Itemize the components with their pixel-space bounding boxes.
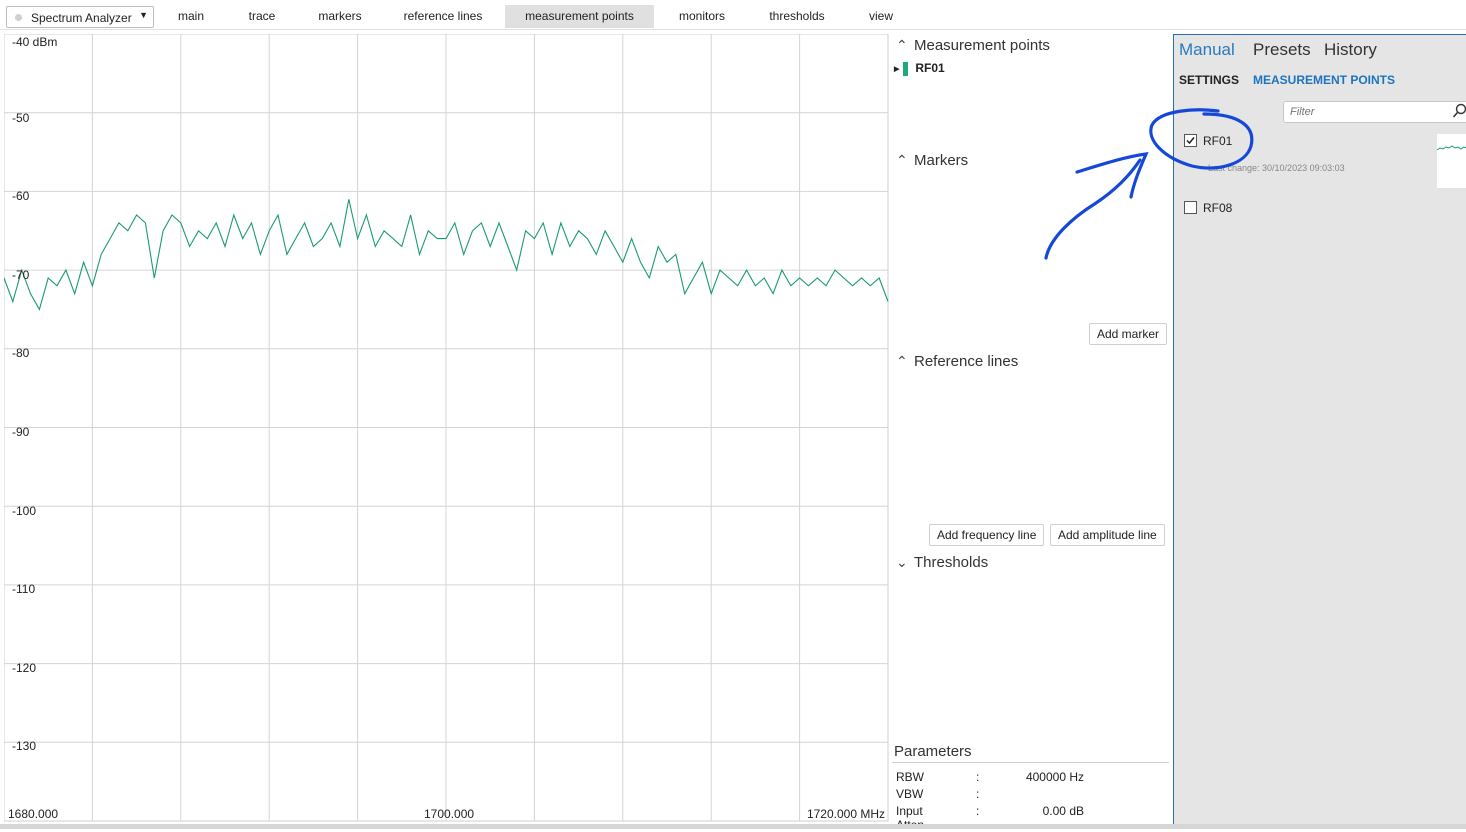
subtab-settings[interactable]: SETTINGS bbox=[1179, 73, 1239, 87]
thresholds-title: Thresholds bbox=[914, 554, 989, 571]
chevron-up-icon[interactable]: ⌃ bbox=[896, 152, 914, 169]
tab-presets[interactable]: Presets bbox=[1253, 40, 1311, 60]
add-frequency-line-button[interactable]: Add frequency line bbox=[929, 524, 1045, 546]
rf08-checkbox[interactable] bbox=[1184, 201, 1197, 214]
status-dot-icon bbox=[15, 14, 22, 21]
x-tick-label: 1680.000 bbox=[8, 807, 59, 821]
tab-main[interactable]: main bbox=[160, 5, 222, 28]
param-sep: : bbox=[976, 804, 980, 818]
parameters-title: Parameters bbox=[894, 743, 972, 760]
side-panel: ⌃ Measurement points ▶ RF01 ⌃ Markers Add m… bbox=[890, 34, 1172, 832]
tab-trace[interactable]: trace bbox=[230, 5, 294, 28]
markers-section-header[interactable]: ⌃ Markers bbox=[896, 152, 968, 169]
rf01-label[interactable]: RF01 bbox=[1203, 134, 1232, 148]
measurement-point-item[interactable]: ▶ RF01 bbox=[894, 61, 945, 76]
rf08-label[interactable]: RF08 bbox=[1203, 201, 1232, 215]
spectrum-chart[interactable]: -40 dBm -50 -60 -70 -80 -90 -100 -110 -120 -130 1… bbox=[4, 34, 889, 822]
y-tick-label: -130 bbox=[12, 739, 37, 754]
y-tick-label: -120 bbox=[12, 660, 37, 675]
y-tick-label: -110 bbox=[12, 582, 36, 597]
y-tick-label: -70 bbox=[12, 267, 30, 282]
markers-title: Markers bbox=[914, 152, 969, 169]
y-tick-label: -40 dBm bbox=[12, 35, 58, 49]
checkmark-icon bbox=[1186, 137, 1195, 145]
tab-measurement-points[interactable]: measurement points bbox=[505, 5, 654, 28]
chevron-down-icon: ▼ bbox=[139, 10, 148, 20]
right-panel: Manual Presets History SETTINGS MEASUREM… bbox=[1173, 34, 1466, 824]
top-toolbar: Spectrum Analyzer ▼ main trace markers r… bbox=[0, 0, 1466, 30]
chevron-up-icon[interactable]: ⌃ bbox=[896, 37, 914, 54]
param-key: VBW bbox=[896, 787, 924, 801]
chevron-down-icon[interactable]: ⌄ bbox=[896, 554, 914, 571]
y-tick-label: -60 bbox=[12, 189, 30, 204]
expand-arrow-icon[interactable]: ▶ bbox=[894, 66, 899, 73]
add-amplitude-line-button[interactable]: Add amplitude line bbox=[1050, 524, 1165, 546]
param-sep: : bbox=[976, 787, 980, 801]
x-tick-label: 1720.000 MHz bbox=[806, 807, 885, 821]
rf01-last-change: Last change: 30/10/2023 09:03:03 bbox=[1208, 163, 1345, 173]
subtab-measurement-points[interactable]: MEASUREMENT POINTS bbox=[1253, 73, 1395, 87]
param-value: 400000 Hz bbox=[1025, 770, 1084, 784]
measurement-point-label: RF01 bbox=[915, 61, 945, 75]
spectrum-chart-canvas[interactable] bbox=[4, 34, 889, 822]
param-sep: : bbox=[976, 770, 980, 784]
filter-input[interactable] bbox=[1283, 101, 1466, 123]
point-color-swatch bbox=[903, 61, 909, 76]
param-key: RBW bbox=[896, 770, 924, 784]
tab-view[interactable]: view bbox=[855, 5, 907, 28]
bottom-scroll-strip bbox=[0, 824, 1466, 829]
rf01-trace-thumbnail bbox=[1436, 134, 1466, 188]
reference-lines-section-header[interactable]: ⌃ Reference lines bbox=[896, 353, 1018, 370]
add-marker-button[interactable]: Add marker bbox=[1089, 323, 1168, 345]
y-tick-label: -90 bbox=[12, 425, 30, 439]
tab-reference-lines[interactable]: reference lines bbox=[390, 5, 496, 28]
measurement-points-section-header[interactable]: ⌃ Measurement points bbox=[896, 37, 1050, 54]
tab-markers[interactable]: markers bbox=[300, 5, 380, 28]
chevron-up-icon[interactable]: ⌃ bbox=[896, 353, 914, 370]
app-selector-dropdown[interactable]: Spectrum Analyzer ▼ bbox=[6, 6, 154, 28]
param-value: 0.00 dB bbox=[1042, 804, 1084, 818]
measurement-points-title: Measurement points bbox=[914, 37, 1050, 54]
y-tick-label: -100 bbox=[12, 503, 37, 518]
y-tick-label: -50 bbox=[12, 110, 30, 125]
tab-manual[interactable]: Manual bbox=[1179, 40, 1235, 60]
thresholds-section-header[interactable]: ⌄ Thresholds bbox=[896, 554, 988, 571]
x-tick-label: 1700.000 bbox=[424, 807, 475, 821]
y-tick-label: -80 bbox=[12, 346, 30, 361]
tab-monitors[interactable]: monitors bbox=[664, 5, 740, 28]
reference-lines-title: Reference lines bbox=[914, 353, 1019, 370]
rf01-checkbox[interactable] bbox=[1184, 134, 1197, 147]
app-selector-label: Spectrum Analyzer bbox=[31, 11, 132, 25]
search-icon[interactable] bbox=[1452, 103, 1466, 119]
tab-history[interactable]: History bbox=[1324, 40, 1377, 60]
tab-thresholds[interactable]: thresholds bbox=[752, 5, 842, 28]
thumbnail-trace bbox=[1436, 145, 1466, 151]
parameters-divider bbox=[892, 762, 1169, 763]
